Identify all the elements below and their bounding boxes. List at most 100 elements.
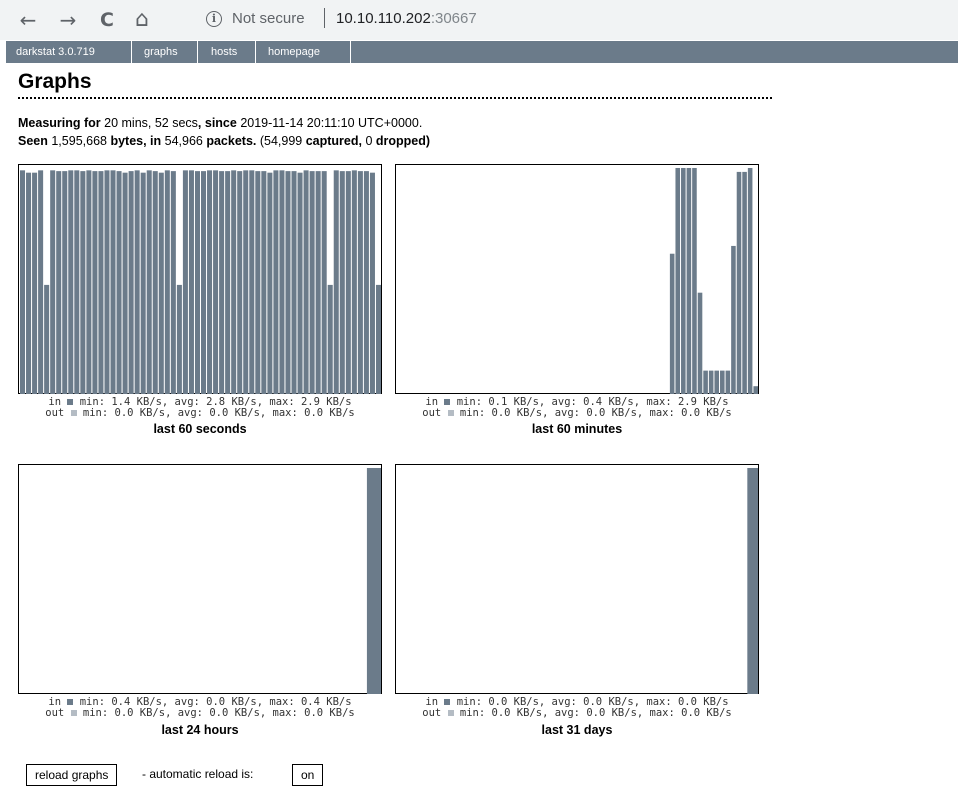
in-traffic-bar	[261, 171, 267, 394]
graph-title: last 31 days	[541, 723, 613, 737]
menu-item-graphs[interactable]: graphs	[132, 41, 198, 63]
in-traffic-bar	[44, 284, 50, 394]
out-swatch-icon	[70, 410, 77, 416]
menu-item-homepage[interactable]: homepage	[256, 41, 351, 63]
graph-legend: in min: 1.4 KB/s, avg: 2.8 KB/s, max: 2.…	[45, 396, 355, 419]
in-traffic-bar	[703, 370, 708, 394]
in-traffic-bar	[164, 170, 170, 394]
in-traffic-bar	[291, 171, 297, 394]
info-icon[interactable]: i	[206, 11, 222, 27]
seen-line: Seen 1,595,668 bytes, in 54,966 packets.…	[18, 134, 431, 148]
in-traffic-bar	[116, 171, 122, 394]
in-traffic-bar	[742, 171, 747, 394]
graph-title: last 60 seconds	[153, 422, 247, 436]
in-traffic-bar	[237, 171, 243, 394]
in-swatch-icon	[444, 699, 451, 705]
in-traffic-bar	[92, 171, 98, 394]
in-traffic-bar	[363, 171, 369, 394]
graph-title: last 60 minutes	[531, 422, 623, 436]
graph-legend: in min: 0.0 KB/s, avg: 0.0 KB/s, max: 0.…	[422, 696, 732, 719]
in-traffic-bar	[747, 468, 758, 694]
in-traffic-bar	[692, 168, 697, 394]
in-traffic-bar	[20, 170, 26, 394]
page-title: Graphs	[18, 70, 92, 93]
darkstat-menu: darkstat 3.0.719 graphs hosts homepage	[6, 41, 958, 63]
address-bar[interactable]: i Not secure 10.10.110.202:30667	[196, 5, 958, 35]
in-swatch-icon	[67, 399, 74, 405]
in-traffic-bar	[243, 170, 249, 394]
in-traffic-bar	[369, 172, 375, 394]
in-traffic-bar	[255, 171, 261, 394]
in-traffic-bar	[56, 171, 62, 394]
in-traffic-bar	[333, 170, 339, 394]
in-traffic-bar	[747, 168, 753, 394]
back-arrow-icon[interactable]: ←	[16, 8, 40, 32]
in-traffic-bar	[176, 284, 182, 394]
in-traffic-bar	[188, 170, 194, 394]
in-traffic-bar	[194, 171, 200, 394]
in-traffic-bar	[170, 171, 176, 394]
in-traffic-bar	[207, 170, 213, 394]
in-swatch-icon	[67, 699, 74, 705]
in-traffic-bar	[128, 171, 134, 394]
title-divider	[18, 97, 772, 99]
in-traffic-bar	[708, 370, 714, 394]
in-traffic-bar	[231, 170, 237, 394]
in-traffic-bar	[86, 170, 92, 394]
in-traffic-bar	[249, 170, 255, 394]
in-traffic-bar	[681, 168, 686, 394]
graph-legend: in min: 0.4 KB/s, avg: 0.0 KB/s, max: 0.…	[45, 696, 355, 719]
in-traffic-bar	[720, 370, 725, 394]
in-traffic-bar	[26, 172, 32, 394]
in-traffic-bar	[122, 172, 128, 394]
in-traffic-bar	[357, 171, 363, 394]
in-traffic-bar	[140, 172, 146, 394]
in-traffic-bar	[297, 172, 303, 394]
in-traffic-bar	[267, 172, 273, 394]
in-traffic-bar	[104, 170, 110, 394]
in-traffic-bar	[219, 171, 225, 394]
forward-arrow-icon[interactable]: →	[56, 8, 80, 32]
in-traffic-bar	[309, 171, 315, 394]
graph-title: last 24 hours	[161, 723, 239, 737]
in-swatch-icon	[444, 399, 451, 405]
in-traffic-bar	[697, 292, 703, 394]
in-traffic-bar	[158, 172, 164, 394]
in-traffic-bar	[62, 171, 68, 394]
in-traffic-bar	[315, 171, 321, 394]
menu-item-hosts[interactable]: hosts	[198, 41, 256, 63]
in-traffic-bar	[68, 170, 74, 394]
in-traffic-bar	[375, 284, 381, 394]
in-traffic-bar	[327, 284, 333, 394]
in-traffic-bar	[152, 171, 158, 394]
url-text[interactable]: 10.10.110.202:30667	[336, 10, 477, 27]
graph-legend: in min: 0.1 KB/s, avg: 0.4 KB/s, max: 2.…	[422, 396, 732, 419]
graph-last-31-days	[395, 464, 759, 694]
in-traffic-bar	[50, 170, 56, 394]
in-traffic-bar	[74, 170, 80, 394]
graph-last-60-minutes	[395, 164, 759, 394]
in-traffic-bar	[32, 172, 38, 394]
in-traffic-bar	[725, 370, 731, 394]
browser-toolbar: ← → C ⌂ i Not secure 10.10.110.202:30667	[0, 0, 958, 40]
in-traffic-bar	[345, 171, 351, 394]
address-separator	[324, 8, 325, 28]
reload-icon[interactable]: C	[95, 8, 119, 32]
in-traffic-bar	[753, 386, 758, 394]
menu-item-version: darkstat 3.0.719	[6, 41, 132, 63]
auto-reload-label: - automatic reload is:	[142, 767, 254, 781]
in-traffic-bar	[321, 171, 327, 394]
in-traffic-bar	[273, 170, 279, 394]
in-traffic-bar	[675, 168, 681, 394]
in-traffic-bar	[110, 170, 116, 394]
in-traffic-bar	[731, 245, 736, 394]
out-swatch-icon	[447, 410, 454, 416]
in-traffic-bar	[182, 170, 188, 394]
home-icon[interactable]: ⌂	[130, 8, 154, 32]
security-status: Not secure	[232, 10, 305, 27]
in-traffic-bar	[279, 170, 285, 394]
in-traffic-bar	[351, 170, 357, 394]
in-traffic-bar	[339, 171, 345, 394]
in-traffic-bar	[669, 253, 675, 394]
in-traffic-bar	[213, 170, 219, 394]
